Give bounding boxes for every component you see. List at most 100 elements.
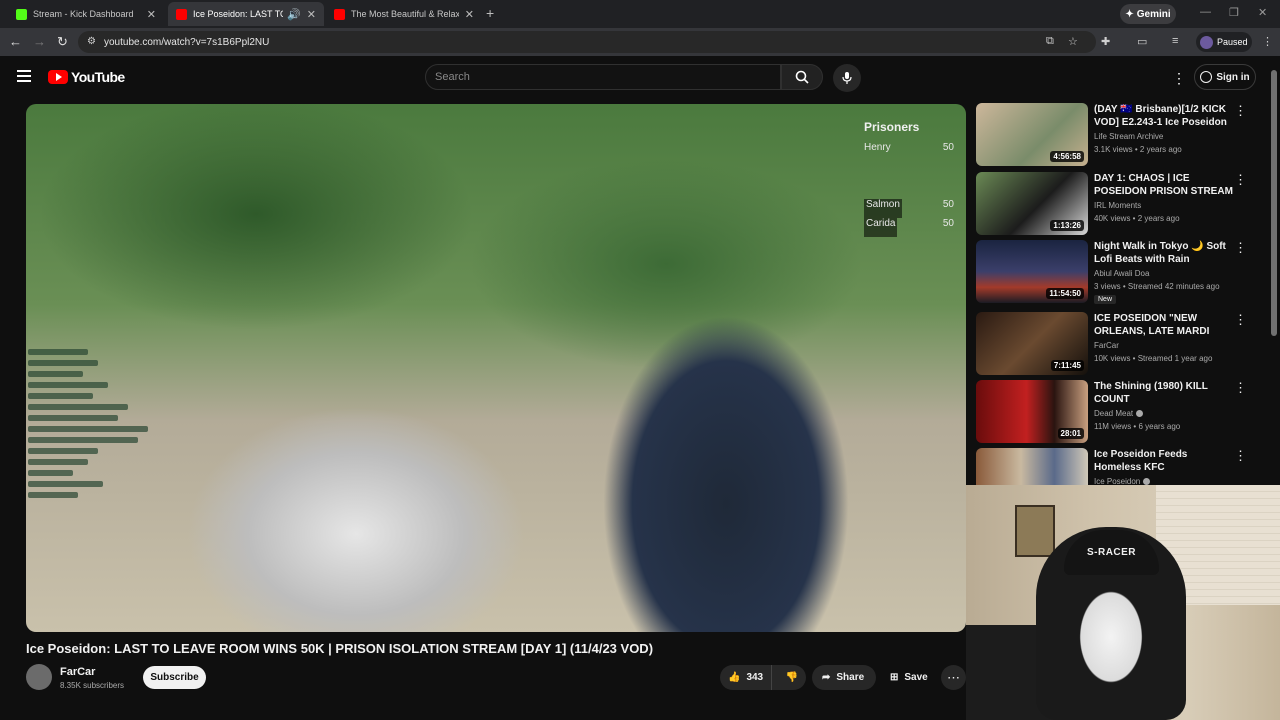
recommendation-title[interactable]: Night Walk in Tokyo 🌙 Soft Lofi Beats wi… [1094, 240, 1234, 266]
thumbs-up-icon: 👍 [727, 672, 741, 683]
recommendation-channel[interactable]: Dead Meat [1094, 409, 1144, 418]
close-tab-icon[interactable]: ✕ [307, 8, 316, 21]
video-player[interactable]: Prisoners Henry 50 Salmon 50 Carida 50 [26, 104, 966, 632]
duration-badge: 1:13:26 [1050, 220, 1084, 231]
settings-more-icon[interactable]: ⋮ [1172, 70, 1186, 87]
more-options-icon[interactable]: ⋮ [1234, 240, 1247, 256]
save-label: Save [904, 672, 928, 683]
recommendation-title[interactable]: The Shining (1980) KILL COUNT [1094, 380, 1234, 406]
recommendation-item[interactable]: 28:01 The Shining (1980) KILL COUNT Dead… [976, 380, 1266, 444]
subscriber-count: 8.35K subscribers [60, 681, 125, 690]
recommendation-item[interactable]: 7:11:45 ICE POSEIDON "NEW ORLEANS, LATE … [976, 312, 1266, 376]
dislike-button[interactable]: 👎 [778, 672, 806, 683]
sign-in-button[interactable]: Sign in [1194, 64, 1256, 90]
recommendation-channel[interactable]: Ice Poseidon [1094, 477, 1151, 485]
more-actions-button[interactable]: ⋯ [941, 665, 966, 690]
recommendation-channel[interactable]: IRL Moments [1094, 201, 1141, 210]
voice-search-button[interactable] [833, 64, 861, 92]
search-placeholder: Search [435, 71, 470, 83]
verified-icon [1143, 478, 1151, 485]
recommendation-meta: 10K views • Streamed 1 year ago [1094, 354, 1213, 363]
video-thumbnail[interactable]: 7:11:45 [976, 312, 1088, 375]
channel-name[interactable]: FarCar [60, 666, 95, 678]
cast-icon[interactable]: ▭ [1137, 35, 1147, 48]
new-badge: New [1094, 295, 1117, 304]
bookmark-star-icon[interactable]: ☆ [1068, 35, 1078, 48]
more-options-icon[interactable]: ⋮ [1234, 172, 1247, 188]
search-button[interactable] [781, 64, 823, 90]
address-bar[interactable]: ⚙ youtube.com/watch?v=7s1B6Ppl2NU [78, 31, 1096, 53]
more-options-icon[interactable]: ⋮ [1234, 103, 1247, 119]
like-button[interactable]: 👍 343 [720, 665, 773, 690]
duration-badge: 7:11:45 [1050, 360, 1084, 371]
recommendation-channel[interactable]: Life Stream Archive [1094, 132, 1163, 141]
install-app-icon[interactable]: ⧉ [1046, 35, 1054, 48]
microphone-icon [842, 72, 852, 84]
video-thumbnail[interactable]: 1:13:26 [976, 172, 1088, 235]
page-scrollbar[interactable] [1271, 70, 1277, 336]
recommendation-title[interactable]: ICE POSEIDON "NEW ORLEANS, LATE MARDI GR… [1094, 312, 1234, 338]
gemini-button[interactable]: ✦ Gemini [1120, 4, 1176, 24]
recommendation-meta: 11M views • 6 years ago [1094, 422, 1181, 431]
recommendation-item[interactable]: 1:13:26 DAY 1: CHAOS | ICE POSEIDON PRIS… [976, 172, 1266, 236]
minimize-icon[interactable]: — [1200, 6, 1211, 18]
video-title: Ice Poseidon: LAST TO LEAVE ROOM WINS 50… [26, 641, 654, 656]
more-options-icon[interactable]: ⋮ [1234, 380, 1247, 396]
stream-chat-overlay [28, 344, 168, 614]
close-tab-icon[interactable]: ✕ [147, 8, 156, 21]
browser-tab-kick[interactable]: Stream - Kick Dashboard ✕ [8, 2, 164, 26]
menu-icon[interactable] [17, 70, 31, 82]
url-text: youtube.com/watch?v=7s1B6Ppl2NU [104, 36, 270, 48]
youtube-header: YouTube Search ⋮ Sign in [0, 56, 1280, 100]
recommendation-meta: 40K views • 2 years ago [1094, 214, 1180, 223]
video-thumbnail[interactable]: 4:56:58 [976, 103, 1088, 166]
video-thumbnail[interactable] [976, 448, 1088, 485]
more-options-icon[interactable]: ⋮ [1234, 312, 1247, 328]
channel-avatar[interactable] [26, 664, 52, 690]
browser-tab-youtube-active[interactable]: Ice Poseidon: LAST TO LEAVE 🔊 ✕ [168, 2, 324, 26]
audio-playing-icon[interactable]: 🔊 [287, 8, 301, 21]
browser-toolbar: ← → ↻ ⚙ youtube.com/watch?v=7s1B6Ppl2NU … [0, 28, 1280, 56]
recommendation-meta: 3.1K views • 2 years ago [1094, 145, 1182, 154]
recommendation-item[interactable]: 4:56:58 (DAY 🇦🇺 Brisbane)[1/2 KICK VOD] … [976, 103, 1266, 167]
media-controls-icon[interactable]: ≡ [1172, 35, 1178, 47]
video-thumbnail[interactable]: 11:54:50 [976, 240, 1088, 303]
close-window-icon[interactable]: ✕ [1258, 6, 1267, 19]
subscribe-button[interactable]: Subscribe [143, 666, 206, 689]
new-tab-icon[interactable]: + [486, 5, 494, 21]
youtube-logo[interactable]: YouTube [48, 69, 125, 85]
thumbs-down-icon: 👎 [785, 672, 799, 683]
recommendation-item[interactable]: Ice Poseidon Feeds Homeless KFC Ice Pose… [976, 448, 1266, 485]
close-tab-icon[interactable]: ✕ [465, 8, 474, 21]
browser-menu-icon[interactable]: ⋮ [1262, 35, 1273, 48]
chair-brand-logo: S-RACER [1086, 547, 1137, 558]
recommendation-channel[interactable]: FarCar [1094, 341, 1119, 350]
verified-icon [1136, 410, 1144, 418]
browser-tab-bar: Stream - Kick Dashboard ✕ Ice Poseidon: … [0, 0, 1280, 28]
reload-icon[interactable]: ↻ [57, 34, 68, 50]
video-thumbnail[interactable]: 28:01 [976, 380, 1088, 443]
gemini-label: Gemini [1136, 8, 1171, 20]
kick-favicon-icon [16, 8, 27, 20]
recommendation-title[interactable]: Ice Poseidon Feeds Homeless KFC [1094, 448, 1234, 474]
browser-tab-relaxing[interactable]: The Most Beautiful & Relaxing ✕ [326, 2, 482, 26]
extensions-icon[interactable]: ✚ [1101, 35, 1110, 48]
prisoners-overlay: Prisoners Henry 50 Salmon 50 Carida 50 [864, 120, 954, 237]
save-button[interactable]: ⊞ Save [880, 665, 936, 690]
prisoner-row: Salmon 50 [864, 199, 954, 218]
more-options-icon[interactable]: ⋮ [1234, 448, 1247, 464]
share-button[interactable]: ➦ Share [812, 665, 876, 690]
forward-icon[interactable]: → [33, 34, 46, 49]
site-info-icon[interactable]: ⚙ [87, 36, 96, 47]
search-input[interactable]: Search [425, 64, 781, 90]
profile-button[interactable]: Paused [1196, 32, 1252, 52]
recommendation-item[interactable]: 11:54:50 Night Walk in Tokyo 🌙 Soft Lofi… [976, 240, 1266, 304]
recommendation-title[interactable]: DAY 1: CHAOS | ICE POSEIDON PRISON STREA… [1094, 172, 1234, 198]
recommendation-title[interactable]: (DAY 🇦🇺 Brisbane)[1/2 KICK VOD] E2.243-1… [1094, 103, 1234, 129]
restore-icon[interactable]: ❐ [1229, 6, 1239, 19]
tab-title: The Most Beautiful & Relaxing [351, 9, 459, 19]
tab-title: Ice Poseidon: LAST TO LEAVE [193, 9, 283, 19]
recommendation-channel[interactable]: Abiul Awali Doa [1094, 269, 1149, 278]
youtube-play-icon [48, 70, 68, 84]
back-icon[interactable]: ← [9, 34, 22, 49]
